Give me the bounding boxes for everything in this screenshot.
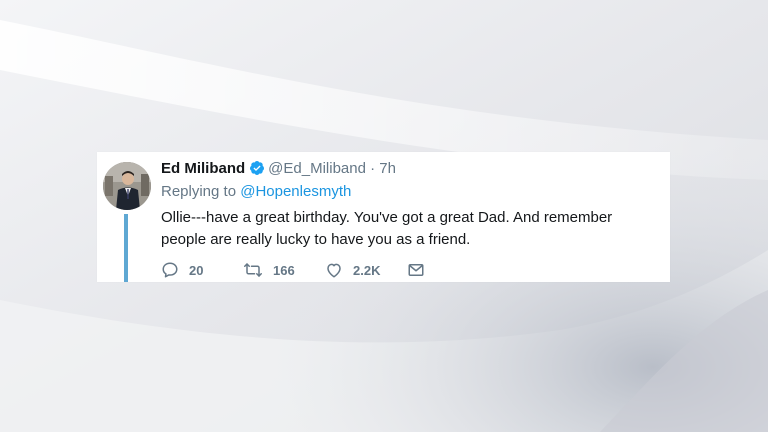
replying-to-label: Replying to (161, 183, 237, 200)
envelope-icon (407, 261, 425, 279)
tweet-card: Ed Miliband @Ed_Miliband · 7h Replying t… (97, 152, 670, 282)
like-button[interactable]: 2.2K (325, 260, 380, 280)
tweet-text: Ollie---have a great birthday. You've go… (161, 209, 613, 248)
author-name[interactable]: Ed Miliband (161, 160, 245, 177)
heart-icon (325, 261, 343, 279)
replying-to-mention[interactable]: @Hopenlesmyth (240, 183, 351, 200)
separator-dot: · (370, 160, 376, 177)
avatar-photo (103, 162, 151, 210)
reply-count: 20 (189, 262, 204, 278)
replying-to: Replying to @Hopenlesmyth (161, 183, 351, 201)
author-handle[interactable]: @Ed_Miliband (268, 160, 366, 177)
direct-message-button[interactable] (407, 260, 425, 280)
verified-badge-icon (249, 160, 265, 181)
like-count: 2.2K (353, 262, 381, 278)
thread-line (124, 214, 128, 282)
retweet-icon (243, 261, 263, 279)
tweet-actions: 20 166 2.2K (161, 260, 461, 280)
avatar[interactable] (103, 162, 151, 210)
retweet-button[interactable]: 166 (243, 260, 295, 280)
retweet-count: 166 (273, 262, 295, 278)
reply-button[interactable]: 20 (161, 260, 203, 280)
tweet-time[interactable]: 7h (379, 160, 396, 177)
reply-icon (161, 261, 179, 279)
tweet-header: Ed Miliband @Ed_Miliband · 7h (161, 160, 396, 178)
